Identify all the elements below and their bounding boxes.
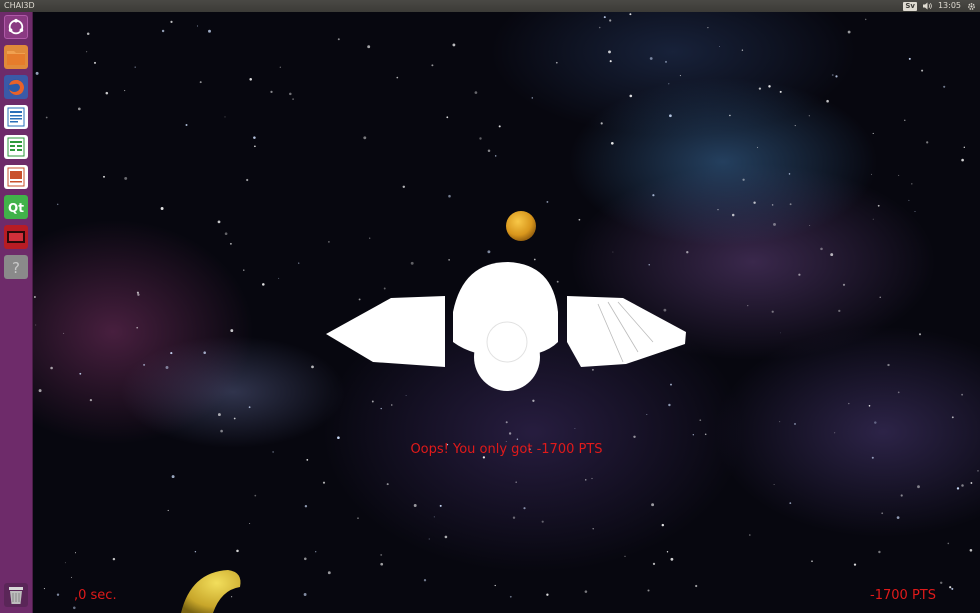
game-viewport[interactable]: Oops! You only got -1700 PTS ,0 sec. -17… (33, 12, 980, 613)
calc-launcher[interactable] (4, 135, 28, 159)
presentation-icon (7, 167, 25, 187)
folder-icon (7, 51, 25, 65)
impress-launcher[interactable] (4, 165, 28, 189)
spaceship (181, 211, 686, 613)
help-launcher[interactable]: ? (4, 255, 28, 279)
game-over-message: Oops! You only got -1700 PTS (410, 442, 603, 457)
dash-button[interactable] (4, 15, 28, 39)
system-tray: Sv 13:05 (903, 0, 976, 12)
spreadsheet-icon (7, 137, 25, 157)
volume-icon[interactable] (922, 2, 932, 10)
trash-launcher[interactable] (4, 583, 28, 607)
svg-text:?: ? (12, 259, 20, 277)
gear-icon[interactable] (967, 2, 976, 11)
window-title: CHAI3D (4, 1, 35, 10)
firefox-icon (8, 79, 24, 95)
help-icon: ? (12, 259, 20, 277)
clock[interactable]: 13:05 (938, 0, 961, 12)
media-launcher[interactable] (4, 225, 28, 249)
keyboard-layout-indicator[interactable]: Sv (903, 1, 917, 11)
firefox-launcher[interactable] (4, 75, 28, 99)
trash-icon (9, 587, 23, 604)
top-panel: CHAI3D Sv 13:05 (0, 0, 980, 12)
files-launcher[interactable] (4, 45, 28, 69)
launcher: Qt ? (0, 12, 33, 613)
elapsed-time: ,0 sec. (74, 588, 117, 603)
qt-icon: Qt (8, 201, 24, 215)
document-icon (7, 107, 25, 127)
media-app-icon (7, 231, 25, 243)
writer-launcher[interactable] (4, 105, 28, 129)
golden-object (181, 570, 241, 613)
svg-text:Qt: Qt (8, 201, 24, 215)
score-display: -1700 PTS (870, 588, 936, 603)
qt-creator-launcher[interactable]: Qt (4, 195, 28, 219)
planet (506, 211, 536, 241)
ubuntu-logo-icon (8, 18, 24, 35)
